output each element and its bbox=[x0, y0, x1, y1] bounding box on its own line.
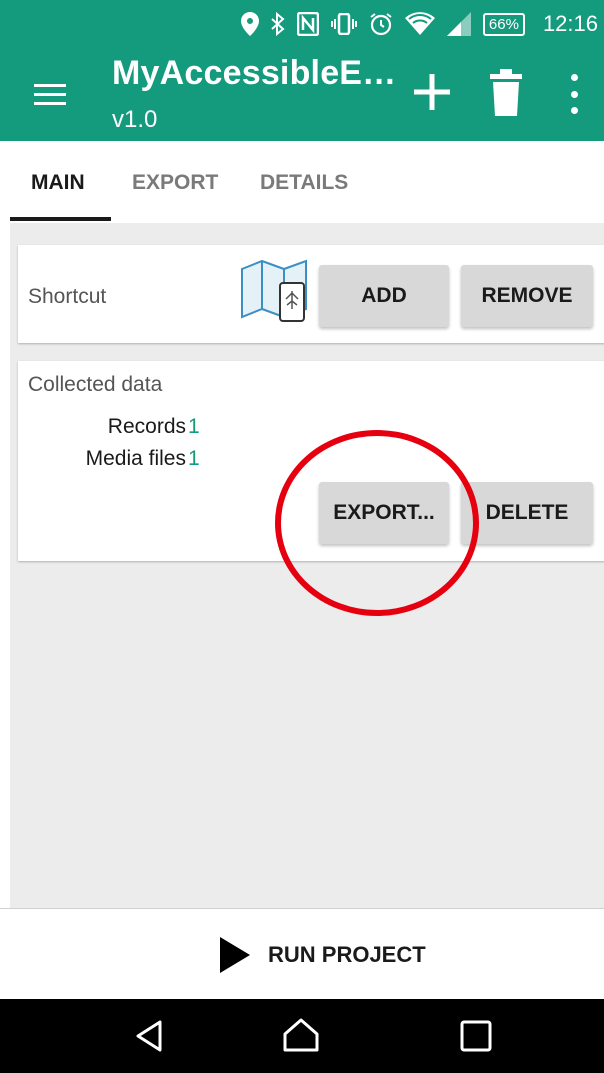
play-icon bbox=[220, 937, 250, 973]
clock: 12:16 bbox=[542, 11, 598, 36]
delete-button[interactable]: DELETE bbox=[461, 482, 593, 544]
plus-icon[interactable] bbox=[410, 70, 454, 114]
shortcut-label: Shortcut bbox=[28, 285, 107, 308]
trash-icon[interactable] bbox=[486, 68, 526, 118]
system-nav-bar bbox=[0, 999, 604, 1073]
annotation-circle bbox=[275, 430, 479, 616]
records-value: 1 bbox=[188, 415, 200, 438]
remove-shortcut-button[interactable]: REMOVE bbox=[461, 265, 593, 327]
wifi-icon bbox=[404, 9, 435, 39]
version-label: v1.0 bbox=[112, 106, 158, 133]
media-files-value: 1 bbox=[188, 447, 200, 470]
collected-data-title: Collected data bbox=[28, 373, 163, 396]
run-project-label: RUN PROJECT bbox=[268, 942, 426, 967]
back-icon[interactable] bbox=[130, 1016, 170, 1056]
status-bar: 66% 12:16 bbox=[0, 0, 604, 48]
tab-bar: MAIN EXPORT DETAILS bbox=[0, 141, 604, 223]
menu-icon[interactable] bbox=[30, 78, 70, 112]
nfc-icon bbox=[296, 9, 319, 39]
overflow-icon[interactable] bbox=[562, 74, 586, 114]
vibrate-icon bbox=[330, 9, 357, 39]
app-bar: MyAccessibleE… v1.0 bbox=[0, 48, 604, 141]
tab-indicator bbox=[10, 217, 111, 221]
run-bar: RUN PROJECT bbox=[0, 908, 604, 999]
map-phone-icon bbox=[240, 259, 312, 323]
run-project-button[interactable]: RUN PROJECT bbox=[220, 937, 426, 973]
signal-icon bbox=[446, 9, 471, 39]
shortcut-card: Shortcut ADD REMOVE bbox=[18, 245, 604, 343]
location-icon bbox=[240, 9, 259, 39]
tab-export[interactable]: EXPORT bbox=[132, 171, 218, 195]
tab-details[interactable]: DETAILS bbox=[260, 171, 348, 195]
tab-main[interactable]: MAIN bbox=[31, 171, 85, 195]
bluetooth-icon bbox=[271, 9, 285, 39]
alarm-icon bbox=[369, 9, 393, 39]
add-shortcut-button[interactable]: ADD bbox=[319, 265, 449, 327]
recents-icon[interactable] bbox=[456, 1016, 496, 1056]
media-files-label: Media files bbox=[85, 447, 186, 470]
page-title: MyAccessibleE… bbox=[112, 54, 397, 92]
home-icon[interactable] bbox=[281, 1016, 321, 1056]
battery-icon: 66% bbox=[482, 12, 525, 36]
records-label: Records bbox=[107, 415, 186, 438]
